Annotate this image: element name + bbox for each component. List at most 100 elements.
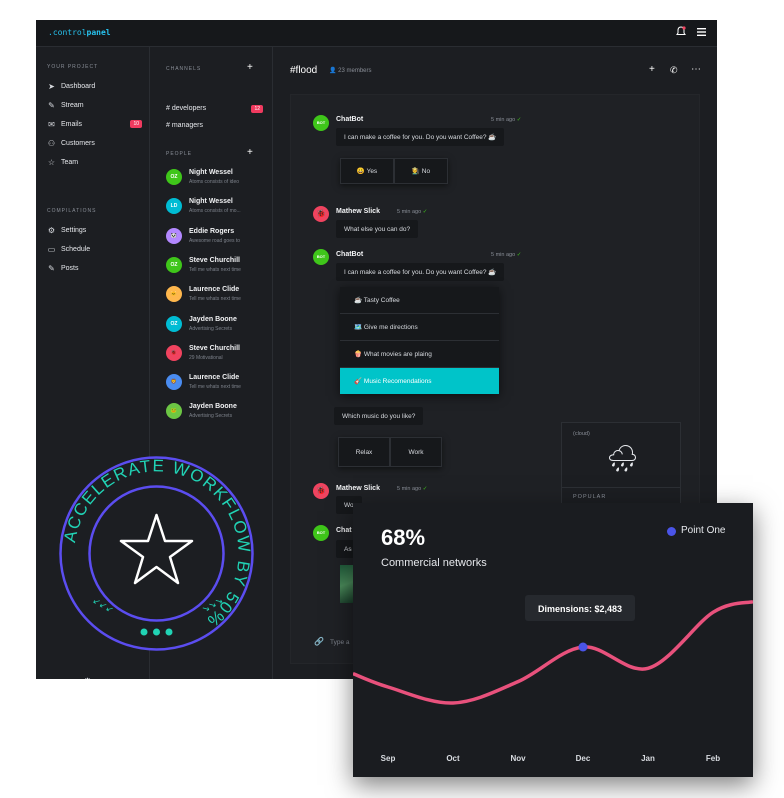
bot-name: ChatBot xyxy=(336,116,364,123)
person-name: Laurence Clide xyxy=(189,286,240,294)
add-person-icon[interactable]: + xyxy=(247,147,253,158)
message-time: 5 min ago ✓ xyxy=(491,117,521,123)
people-heading: PEOPLE xyxy=(166,151,193,157)
nav-item-customers[interactable]: ⚇ Customers xyxy=(47,136,142,150)
count-badge: 12 xyxy=(251,105,263,113)
person-item[interactable]: OZ Jayden Boone Advertising Secrets xyxy=(166,315,266,338)
bot-avatar: BOT xyxy=(313,525,329,541)
user-avatar: 🐞 xyxy=(313,483,329,499)
user-name: Mathew Slick xyxy=(336,485,380,492)
nav-item-label: Posts xyxy=(61,264,79,272)
quick-replies: 😀 Yes 🧑‍🌾 No xyxy=(340,158,448,184)
notification-bell-icon[interactable] xyxy=(674,26,688,40)
person-status: Tell me whats next time xyxy=(189,266,241,273)
person-status: Tell me whats next time xyxy=(189,384,241,391)
bot-options-menu: ☕ Tasty Coffee 🗺️ Give me directions 🍿 W… xyxy=(340,287,499,394)
menu-item-music[interactable]: 🎸 Music Recomendations xyxy=(340,368,499,394)
rain-cloud-icon: 🌧 xyxy=(606,443,640,473)
time-label: 5 min ago xyxy=(397,486,422,492)
dot xyxy=(153,628,160,636)
x-tick-label: Sep xyxy=(381,754,396,763)
attached-image[interactable] xyxy=(340,565,354,603)
message-input[interactable]: Type a xyxy=(330,639,350,646)
member-count-label: 23 members xyxy=(338,68,372,74)
channel-item-managers[interactable]: # managers xyxy=(166,122,266,129)
pen-icon: ✎ xyxy=(48,100,55,110)
person-status: Tell me whats next time xyxy=(189,296,241,303)
person-status: 29 Motivational xyxy=(189,354,223,361)
avatar: OZ xyxy=(166,256,182,273)
nav-item-schedule[interactable]: ▭ Schedule xyxy=(47,242,142,256)
person-name: Night Wessel xyxy=(189,169,233,176)
person-name: Steve Churchill xyxy=(189,344,240,352)
person-item[interactable]: 🦁 Laurence Clide Tell me whats next time xyxy=(166,374,266,396)
person-status: Advertising Secrets xyxy=(189,413,233,420)
nav-item-label: Team xyxy=(61,158,79,166)
yes-button[interactable]: 😀 Yes xyxy=(340,158,394,184)
nav-item-team[interactable]: ☆ Team xyxy=(47,155,142,169)
person-item[interactable]: 🐼 Eddie Rogers Awesome road goes to xyxy=(166,227,266,250)
x-tick-label: Oct xyxy=(446,754,460,763)
divider xyxy=(562,487,680,488)
x-tick-label: Nov xyxy=(510,754,526,763)
brand-logo[interactable]: .controlpanel xyxy=(48,28,111,37)
menu-item-directions[interactable]: 🗺️ Give me directions xyxy=(340,314,499,341)
work-button[interactable]: Work xyxy=(390,437,442,467)
nav-item-emails[interactable]: ✉ Emails 10 xyxy=(47,117,142,131)
no-button[interactable]: 🧑‍🌾 No xyxy=(394,158,448,184)
avatar: 🦁 xyxy=(166,374,182,391)
relax-button[interactable]: Relax xyxy=(338,437,390,467)
x-tick-label: Dec xyxy=(576,754,591,763)
pen-icon: ✎ xyxy=(48,263,55,273)
person-name: Jayden Boone xyxy=(189,403,237,411)
user-message: What else you can do? xyxy=(336,220,419,238)
nav-item-label: Emails xyxy=(61,120,83,128)
bot-name: Chat xyxy=(336,527,352,534)
nav-item-dashboard[interactable]: ➤ Dashboard xyxy=(47,79,142,93)
hamburger-menu-icon[interactable] xyxy=(694,26,708,40)
avatar: OZ xyxy=(166,169,182,185)
chart-card: 68% Commercial networks Point One Sep Oct… xyxy=(353,503,753,777)
popular-label: POPULAR xyxy=(573,494,607,500)
weather-card: (cloud) 🌧 POPULAR xyxy=(561,422,681,514)
line-chart: Sep Oct Nov Dec Jan Feb Dimensions: $2,483 xyxy=(353,595,753,763)
nav-item-stream[interactable]: ✎ Stream xyxy=(47,98,142,112)
top-bar: .controlpanel xyxy=(36,20,717,47)
person-item[interactable]: 🐱 Laurence Clide Tell me whats next time xyxy=(166,286,266,308)
add-channel-icon[interactable]: + xyxy=(247,62,253,73)
time-label: 5 min ago xyxy=(491,117,516,123)
data-point-highlight[interactable] xyxy=(578,642,588,652)
check-icon: ✓ xyxy=(516,117,522,123)
channel-label: developers xyxy=(171,105,207,112)
menu-item-coffee[interactable]: ☕ Tasty Coffee xyxy=(340,287,499,314)
bot-name: ChatBot xyxy=(336,251,364,258)
more-icon[interactable]: ⋯ xyxy=(691,64,701,75)
channel-title: #flood xyxy=(290,65,318,76)
person-name: Night Wessel xyxy=(189,198,233,206)
brand-prefix: .control xyxy=(48,28,87,37)
dot xyxy=(165,628,173,636)
send-icon: ➤ xyxy=(48,81,55,91)
add-icon[interactable]: + xyxy=(649,64,655,75)
menu-item-movies[interactable]: 🍿 What movies are plaing xyxy=(340,341,499,368)
person-item[interactable]: OZ Steve Churchill Tell me whats next time xyxy=(166,256,266,279)
person-name: Jayden Boone xyxy=(189,315,237,323)
channel-item-developers[interactable]: # developers 12 xyxy=(166,105,266,113)
time-label: 5 min ago xyxy=(397,209,422,215)
attach-icon[interactable]: 🔗 xyxy=(314,637,324,646)
avatar: 🐞 xyxy=(166,344,182,361)
nav-item-label: Dashboard xyxy=(61,82,96,90)
person-item[interactable]: 🐞 Steve Churchill 29 Motivational xyxy=(166,344,266,367)
nav-item-settings[interactable]: ⚙ Settings xyxy=(47,223,142,237)
settings-gear-icon[interactable]: ⚙ xyxy=(83,677,92,679)
person-item[interactable]: 🐸 Jayden Boone Advertising Secrets xyxy=(166,403,266,425)
person-item[interactable]: LD Night Wessel Atoms consists of mo... xyxy=(166,198,266,220)
person-item[interactable]: OZ Night Wessel Atoms consists of ideo xyxy=(166,169,266,191)
phone-icon[interactable]: ✆ xyxy=(670,65,678,76)
person-status: Advertising Secrets xyxy=(189,325,233,332)
message-time: 5 min ago ✓ xyxy=(397,486,427,492)
member-count[interactable]: 👤 23 members xyxy=(329,67,372,74)
bot-message: Which music do you like? xyxy=(334,407,424,425)
nav-item-posts[interactable]: ✎ Posts xyxy=(47,261,142,275)
nav-item-label: Customers xyxy=(61,139,95,147)
